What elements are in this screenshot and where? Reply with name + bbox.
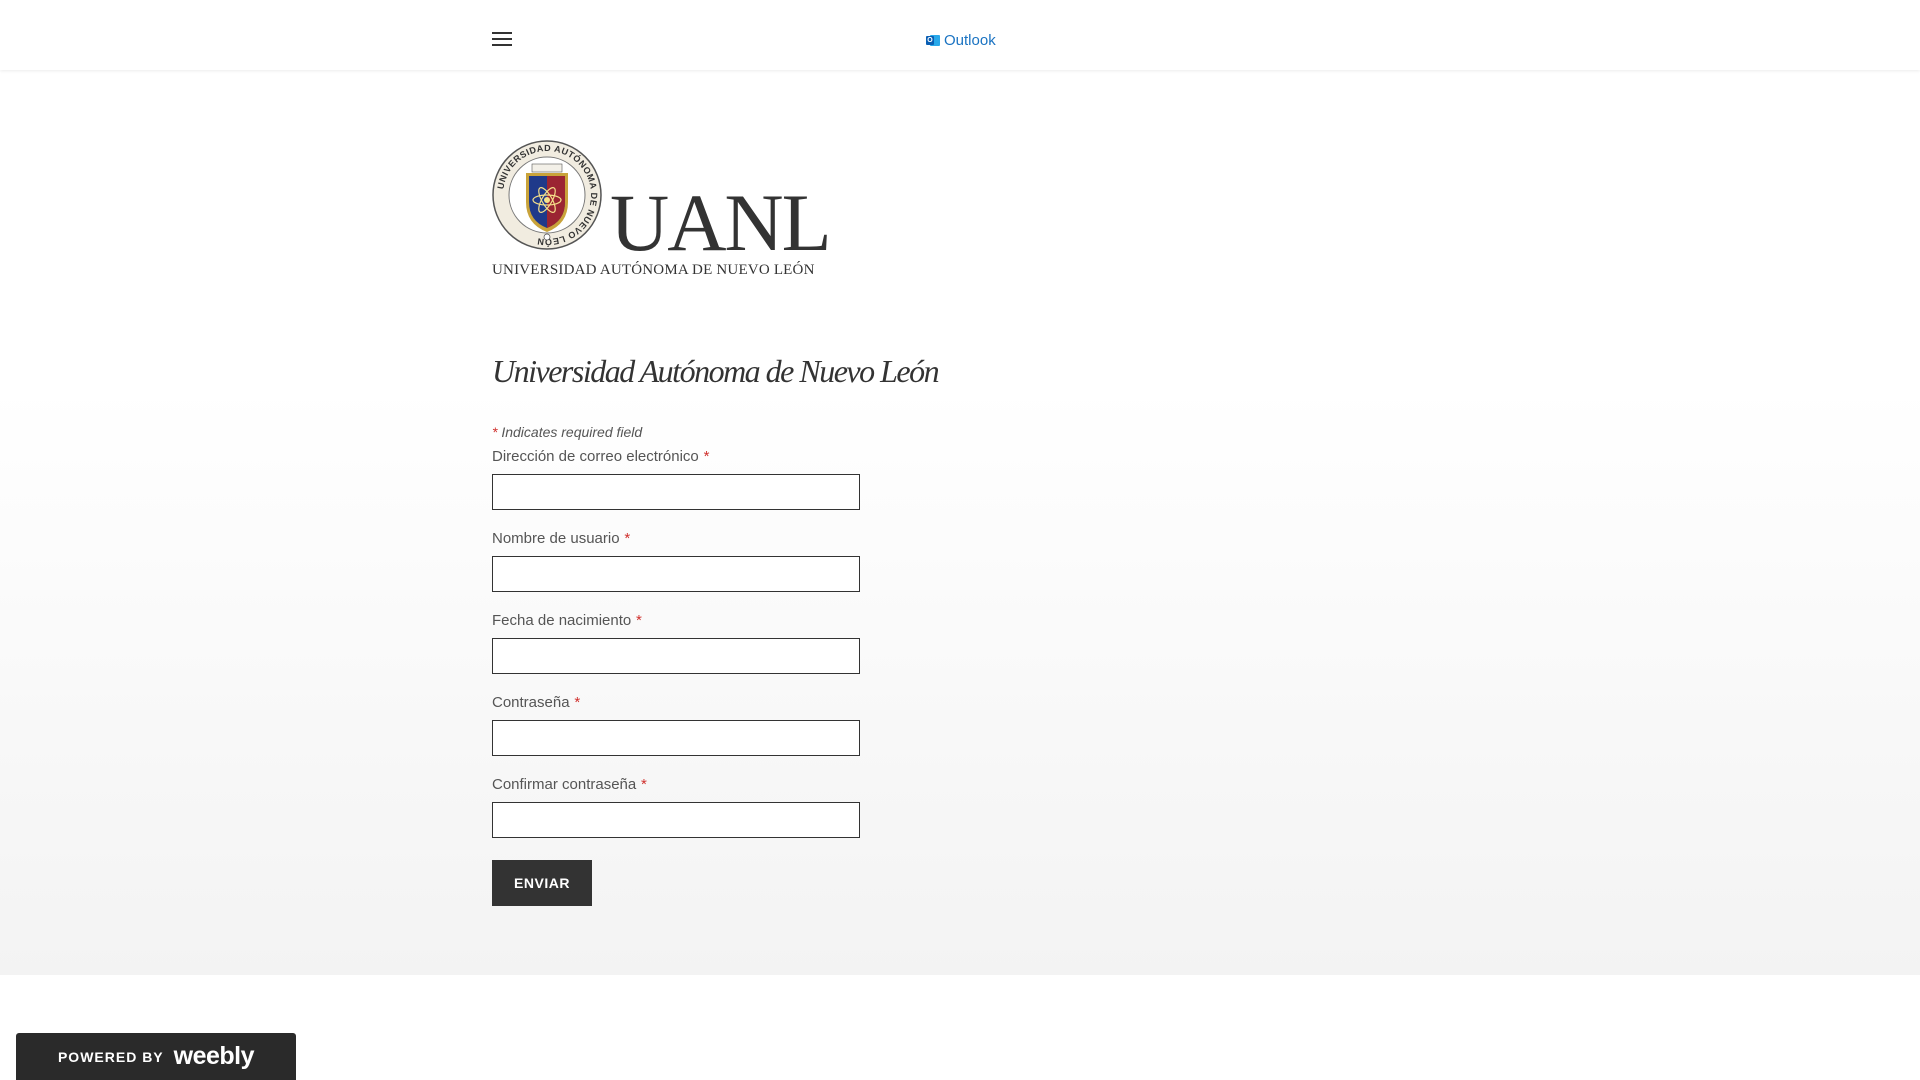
hamburger-line (492, 38, 512, 40)
required-marker: * (640, 776, 647, 793)
confirm-password-field-label: Confirmar contraseña * (492, 776, 646, 793)
confirm-password-field[interactable] (492, 802, 860, 838)
email-field-label: Dirección de correo electrónico * (492, 448, 709, 465)
required-marker: * (702, 448, 709, 465)
required-marker: * (492, 424, 498, 440)
required-marker: * (573, 694, 580, 711)
required-note-text: Indicates required field (501, 424, 643, 440)
site-header: O Outlook (0, 0, 1920, 70)
uanl-logo-subtitle: UNIVERSIDAD AUTÓNOMA DE NUEVO LEÓN (492, 262, 815, 278)
main-content (0, 70, 1920, 975)
powered-by-text: POWERED BY (57, 1048, 164, 1065)
username-field[interactable] (492, 556, 860, 592)
weebly-logo: weebly (173, 1042, 255, 1070)
required-note: * Indicates required field (492, 424, 642, 440)
confirm-password-label-text: Confirmar contraseña (492, 776, 637, 793)
uanl-seal-icon: UNIVERSIDAD AUTÓNOMA DE NUEVO LEÓN (492, 140, 602, 250)
uanl-logo: UNIVERSIDAD AUTÓNOMA DE NUEVO LEÓN UANL … (492, 140, 832, 280)
username-field-label: Nombre de usuario * (492, 530, 630, 547)
powered-by-weebly-badge[interactable]: POWERED BY weebly (16, 1033, 296, 1080)
birthdate-field[interactable] (492, 638, 860, 674)
required-marker: * (635, 612, 642, 629)
hamburger-line (492, 44, 512, 46)
password-label-text: Contraseña (492, 694, 570, 711)
password-field[interactable] (492, 720, 860, 756)
email-label-text: Dirección de correo electrónico (492, 448, 699, 465)
outlook-icon: O (926, 34, 940, 47)
uanl-wordmark: UANL (610, 177, 832, 268)
birthdate-field-label: Fecha de nacimiento * (492, 612, 641, 629)
hamburger-icon[interactable] (492, 32, 512, 47)
submit-button[interactable]: ENVIAR (492, 860, 592, 906)
birthdate-label-text: Fecha de nacimiento (492, 612, 632, 629)
email-field[interactable] (492, 474, 860, 510)
username-label-text: Nombre de usuario (492, 530, 620, 547)
nav-link-label: Outlook (944, 31, 996, 49)
password-field-label: Contraseña * (492, 694, 580, 711)
nav-link-outlook[interactable]: O Outlook (926, 31, 996, 49)
required-marker: * (623, 530, 630, 547)
hamburger-line (492, 32, 512, 34)
page-title: Universidad Autónoma de Nuevo León (492, 353, 940, 389)
